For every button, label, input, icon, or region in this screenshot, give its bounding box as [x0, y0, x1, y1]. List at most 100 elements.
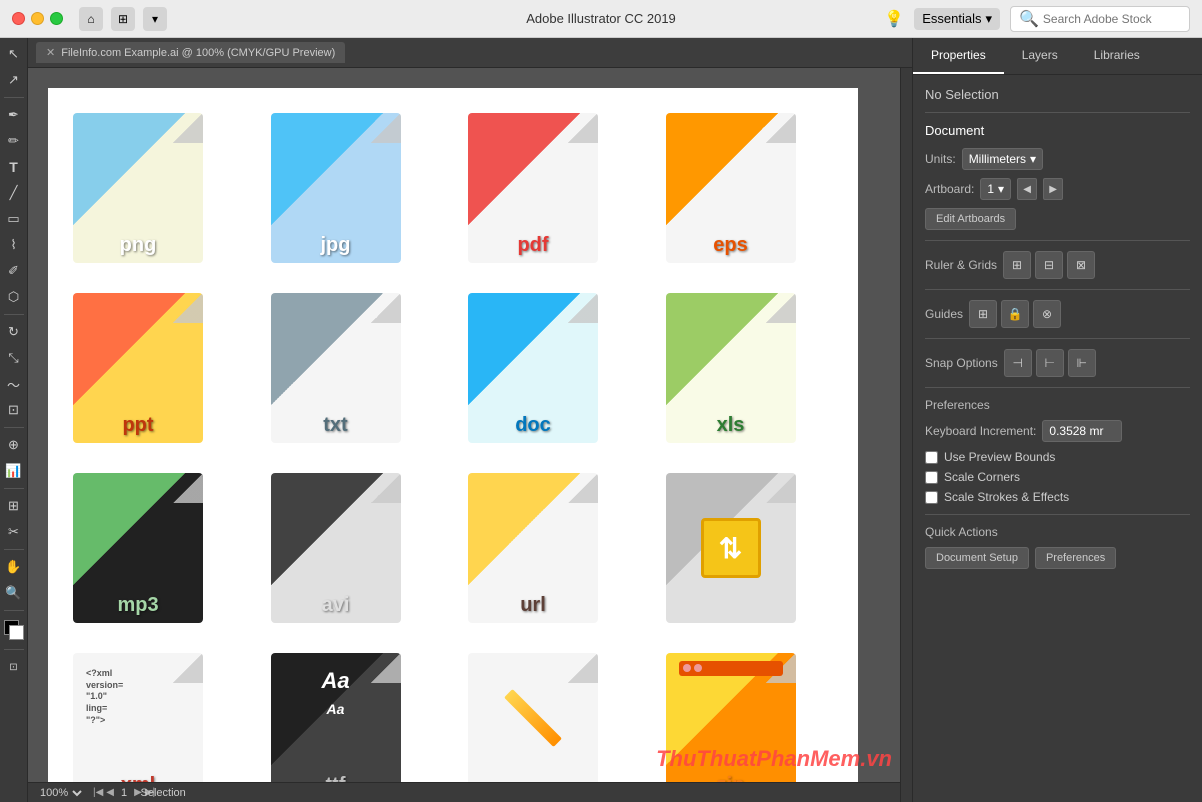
edit-artboards-button[interactable]: Edit Artboards — [925, 208, 1016, 230]
ruler-grids-row: Ruler & Grids ⊞ ⊟ ⊠ — [925, 251, 1190, 279]
zoom-tool[interactable]: 🔍 — [2, 581, 26, 605]
file-type-label: jpg — [321, 234, 351, 257]
document-tab[interactable]: ✕ FileInfo.com Example.ai @ 100% (CMYK/G… — [36, 42, 345, 63]
canvas-tab-bar: ✕ FileInfo.com Example.ai @ 100% (CMYK/G… — [28, 38, 912, 68]
pencil-tool[interactable]: ✐ — [2, 259, 26, 283]
shaper-tool[interactable]: ⬡ — [2, 285, 26, 309]
chevron-down-icon[interactable]: ▾ — [143, 7, 167, 31]
symbol-sprayer-tool[interactable]: ⊕ — [2, 433, 26, 457]
file-icon-png: png — [73, 113, 203, 263]
tab-close-icon[interactable]: ✕ — [46, 46, 55, 59]
snap-to-pixel-icon[interactable]: ⊩ — [1068, 349, 1096, 377]
show-guides-icon[interactable]: ⊞ — [969, 300, 997, 328]
clear-guides-icon[interactable]: ⊗ — [1033, 300, 1061, 328]
change-screen-mode[interactable]: ⊡ — [2, 655, 26, 679]
zoom-control[interactable]: 100% 50% 200% — [36, 786, 85, 800]
file-type-label: mp3 — [117, 594, 158, 617]
lightbulb-icon[interactable]: 💡 — [884, 9, 904, 29]
guides-icons: ⊞ 🔒 ⊗ — [969, 300, 1061, 328]
vertical-scrollbar[interactable] — [900, 68, 912, 802]
column-graph-tool[interactable]: 📊 — [2, 459, 26, 483]
slice-tool[interactable]: ✂ — [2, 520, 26, 544]
page-curl — [371, 293, 401, 323]
color-box[interactable] — [4, 620, 24, 640]
tool-separator-4 — [4, 488, 24, 489]
file-icon-xls: xls — [666, 293, 796, 443]
preferences-section-header: Preferences — [925, 398, 1190, 412]
type-tool[interactable]: T — [2, 155, 26, 179]
workspace-switcher[interactable]: Essentials ▾ — [914, 8, 1000, 30]
pen-tool[interactable]: ✒ — [2, 103, 26, 127]
layout-icon[interactable]: ⊞ — [111, 7, 135, 31]
file-type-label: ppt — [122, 414, 153, 437]
scale-tool[interactable]: ⤡ — [2, 346, 26, 370]
traffic-lights — [12, 12, 63, 25]
rotate-tool[interactable]: ↻ — [2, 320, 26, 344]
file-icon-mp3: mp3 — [73, 473, 203, 623]
units-select[interactable]: Millimeters ▾ — [962, 148, 1043, 170]
keyboard-increment-input[interactable] — [1042, 420, 1122, 442]
scale-strokes-checkbox[interactable] — [925, 491, 938, 504]
scale-strokes-label: Scale Strokes & Effects — [944, 490, 1069, 504]
close-button[interactable] — [12, 12, 25, 25]
tab-layers[interactable]: Layers — [1004, 38, 1076, 74]
artboard-tool[interactable]: ⊞ — [2, 494, 26, 518]
file-type-label: pdf — [517, 234, 548, 257]
tool-separator-5 — [4, 549, 24, 550]
zoom-select[interactable]: 100% 50% 200% — [36, 786, 85, 800]
artboard-prev-btn[interactable]: ◀ — [1017, 178, 1037, 200]
grid-icon[interactable]: ⊟ — [1035, 251, 1063, 279]
paintbrush-tool[interactable]: ⌇ — [2, 233, 26, 257]
line-tool[interactable]: ╱ — [2, 181, 26, 205]
divider-6 — [925, 514, 1190, 515]
titlebar: ⌂ ⊞ ▾ Adobe Illustrator CC 2019 💡 Essent… — [0, 0, 1202, 38]
scale-strokes-row: Scale Strokes & Effects — [925, 490, 1190, 504]
minimize-button[interactable] — [31, 12, 44, 25]
tab-properties[interactable]: Properties — [913, 38, 1004, 74]
direct-selection-tool[interactable]: ↗ — [2, 68, 26, 92]
selection-tool[interactable]: ↖ — [2, 42, 26, 66]
guides-label: Guides — [925, 307, 963, 321]
artboard-select[interactable]: 1 ▾ — [980, 178, 1011, 200]
lock-guides-icon[interactable]: 🔒 — [1001, 300, 1029, 328]
essentials-label: Essentials — [922, 11, 981, 26]
tab-libraries[interactable]: Libraries — [1076, 38, 1158, 74]
shape-tool[interactable]: ▭ — [2, 207, 26, 231]
canvas-content[interactable]: png jpg pdf — [28, 68, 912, 802]
list-item: ⇅ — [651, 458, 811, 638]
search-input[interactable] — [1043, 12, 1181, 26]
divider-5 — [925, 387, 1190, 388]
free-transform-tool[interactable]: ⊡ — [2, 398, 26, 422]
use-preview-bounds-checkbox[interactable] — [925, 451, 938, 464]
page-curl — [173, 473, 203, 503]
scale-corners-checkbox[interactable] — [925, 471, 938, 484]
hand-tool[interactable]: ✋ — [2, 555, 26, 579]
prev-page-btn[interactable]: ◀ — [106, 787, 114, 798]
document-setup-button[interactable]: Document Setup — [925, 547, 1029, 569]
list-item: xls — [651, 278, 811, 458]
curvature-tool[interactable]: ✏ — [2, 129, 26, 153]
first-page-btn[interactable]: |◀ — [93, 787, 103, 798]
background-color[interactable] — [9, 625, 24, 640]
snap-to-grid-icon[interactable]: ⊢ — [1036, 349, 1064, 377]
stock-search[interactable]: 🔍 — [1010, 6, 1190, 32]
home-icon[interactable]: ⌂ — [79, 7, 103, 31]
main-layout: ↖ ↗ ✒ ✏ T ╱ ▭ ⌇ ✐ ⬡ ↻ ⤡ 〜 ⊡ ⊕ 📊 ⊞ ✂ ✋ 🔍 … — [0, 38, 1202, 802]
artboard-next-btn[interactable]: ▶ — [1043, 178, 1063, 200]
warp-tool[interactable]: 〜 — [2, 372, 26, 396]
snap-to-point-icon[interactable]: ⊣ — [1004, 349, 1032, 377]
search-icon: 🔍 — [1019, 9, 1039, 29]
file-icon-pdf: pdf — [468, 113, 598, 263]
left-toolbar: ↖ ↗ ✒ ✏ T ╱ ▭ ⌇ ✐ ⬡ ↻ ⤡ 〜 ⊡ ⊕ 📊 ⊞ ✂ ✋ 🔍 … — [0, 38, 28, 802]
artboard-value: 1 — [987, 182, 994, 196]
panel-body: No Selection Document Units: Millimeters… — [913, 75, 1202, 802]
file-icon-url: url — [468, 473, 598, 623]
file-type-label: eps — [713, 234, 747, 257]
quick-actions-row: Document Setup Preferences — [925, 547, 1190, 569]
ruler-icon[interactable]: ⊞ — [1003, 251, 1031, 279]
artboard-chevron: ▾ — [998, 182, 1004, 196]
pixel-grid-icon[interactable]: ⊠ — [1067, 251, 1095, 279]
list-item: <?xmlversion="1.0"ling="?"> xml — [58, 638, 218, 802]
maximize-button[interactable] — [50, 12, 63, 25]
preferences-button[interactable]: Preferences — [1035, 547, 1116, 569]
